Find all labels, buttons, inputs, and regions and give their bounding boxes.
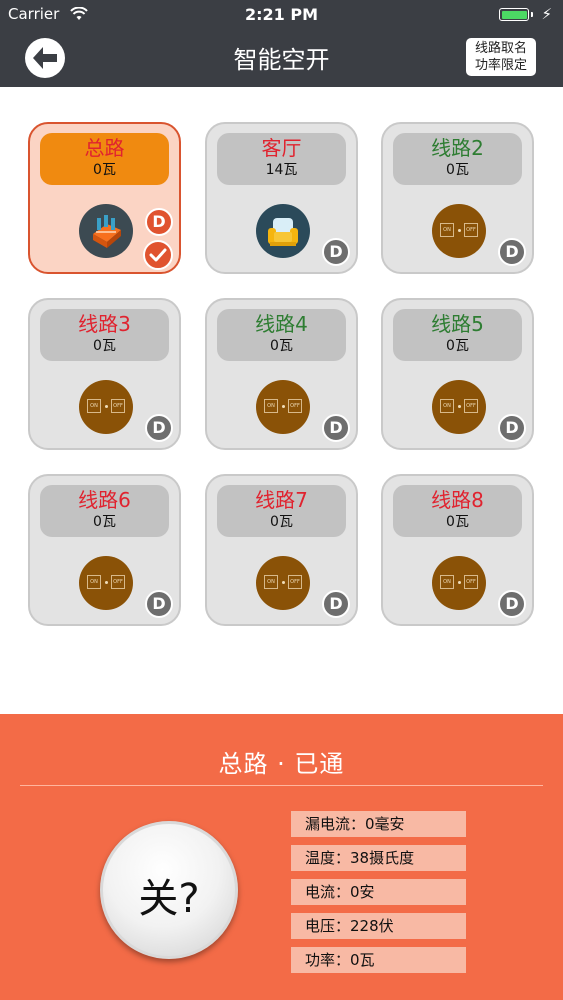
circuit-power: 0瓦	[446, 162, 469, 178]
circuit-name: 线路6	[78, 488, 131, 512]
card-header: 线路5 0瓦	[393, 309, 522, 361]
check-icon	[143, 240, 173, 270]
switch-icon: ON OFF	[432, 380, 486, 434]
nav-right-line2: 功率限定	[474, 58, 527, 73]
circuit-card-main[interactable]: 总路 0瓦 D	[28, 122, 181, 274]
switch-icon: ON OFF	[79, 556, 133, 610]
charging-icon: ⚡	[541, 5, 552, 23]
toggle-label: 关?	[138, 876, 200, 922]
device-badge: D	[322, 590, 350, 618]
circuit-name: 线路7	[255, 488, 308, 512]
circuit-card-line-8[interactable]: 线路8 0瓦 ON OFF D	[381, 474, 534, 626]
device-badge: D	[145, 414, 173, 442]
stat-leakage-current: 漏电流：0毫安	[291, 811, 466, 837]
divider	[20, 785, 543, 786]
device-badge: D	[498, 238, 526, 266]
circuit-grid: 总路 0瓦 D 客厅 14瓦 D 线路2 0瓦 ON OFF D 线路3 0瓦 …	[0, 87, 563, 714]
circuit-card-line-6[interactable]: 线路6 0瓦 ON OFF D	[28, 474, 181, 626]
circuit-power: 0瓦	[270, 338, 293, 354]
circuit-card-line-2[interactable]: 线路2 0瓦 ON OFF D	[381, 122, 534, 274]
circuit-power: 0瓦	[446, 514, 469, 530]
card-header: 总路 0瓦	[40, 133, 169, 185]
name-and-limit-button[interactable]: 线路取名 功率限定	[466, 38, 536, 76]
circuit-name: 客厅	[261, 136, 302, 160]
circuit-power: 14瓦	[265, 162, 298, 178]
device-badge: D	[145, 590, 173, 618]
panel-status-title: 总路 · 已通	[218, 750, 345, 778]
circuit-name: 总路	[84, 136, 125, 160]
device-badge: D	[322, 238, 350, 266]
stat-voltage: 电压：228伏	[291, 913, 466, 939]
card-header: 线路6 0瓦	[40, 485, 169, 537]
stat-power: 功率：0瓦	[291, 947, 466, 973]
card-header: 线路3 0瓦	[40, 309, 169, 361]
battery-icon	[499, 8, 529, 21]
circuit-card-line-7[interactable]: 线路7 0瓦 ON OFF D	[205, 474, 358, 626]
device-badge: D	[145, 208, 173, 236]
circuit-name: 线路4	[255, 312, 308, 336]
clock: 2:21 PM	[244, 5, 318, 24]
device-badge: D	[322, 414, 350, 442]
card-header: 线路7 0瓦	[217, 485, 346, 537]
circuit-power: 0瓦	[93, 162, 116, 178]
card-header: 线路4 0瓦	[217, 309, 346, 361]
circuit-name: 线路3	[78, 312, 131, 336]
nav-bar: 智能空开 线路取名 功率限定	[0, 28, 563, 87]
circuit-card-line-5[interactable]: 线路5 0瓦 ON OFF D	[381, 298, 534, 450]
card-header: 线路8 0瓦	[393, 485, 522, 537]
switch-icon: ON OFF	[432, 556, 486, 610]
sofa-icon	[256, 204, 310, 258]
stat-temperature: 温度：38摄氏度	[291, 845, 466, 871]
stat-current: 电流：0安	[291, 879, 466, 905]
switch-icon: ON OFF	[432, 204, 486, 258]
device-badge: D	[498, 590, 526, 618]
breaker-icon	[79, 204, 133, 258]
circuit-power: 0瓦	[270, 514, 293, 530]
status-bar: Carrier 2:21 PM ⚡	[0, 0, 563, 28]
control-panel: 总路 · 已通 关? 漏电流：0毫安 温度：38摄氏度 电流：0安 电压：228…	[0, 714, 563, 1000]
circuit-power: 0瓦	[93, 514, 116, 530]
circuit-name: 线路2	[431, 136, 484, 160]
switch-icon: ON OFF	[79, 380, 133, 434]
switch-icon: ON OFF	[256, 556, 310, 610]
circuit-name: 线路5	[431, 312, 484, 336]
switch-icon: ON OFF	[256, 380, 310, 434]
nav-right-line1: 线路取名	[474, 41, 527, 56]
circuit-power: 0瓦	[446, 338, 469, 354]
circuit-name: 线路8	[431, 488, 484, 512]
circuit-card-living-room[interactable]: 客厅 14瓦 D	[205, 122, 358, 274]
power-toggle-button[interactable]: 关?	[100, 821, 238, 959]
card-header: 线路2 0瓦	[393, 133, 522, 185]
device-badge: D	[498, 414, 526, 442]
circuit-card-line-3[interactable]: 线路3 0瓦 ON OFF D	[28, 298, 181, 450]
circuit-power: 0瓦	[93, 338, 116, 354]
card-header: 客厅 14瓦	[217, 133, 346, 185]
circuit-card-line-4[interactable]: 线路4 0瓦 ON OFF D	[205, 298, 358, 450]
